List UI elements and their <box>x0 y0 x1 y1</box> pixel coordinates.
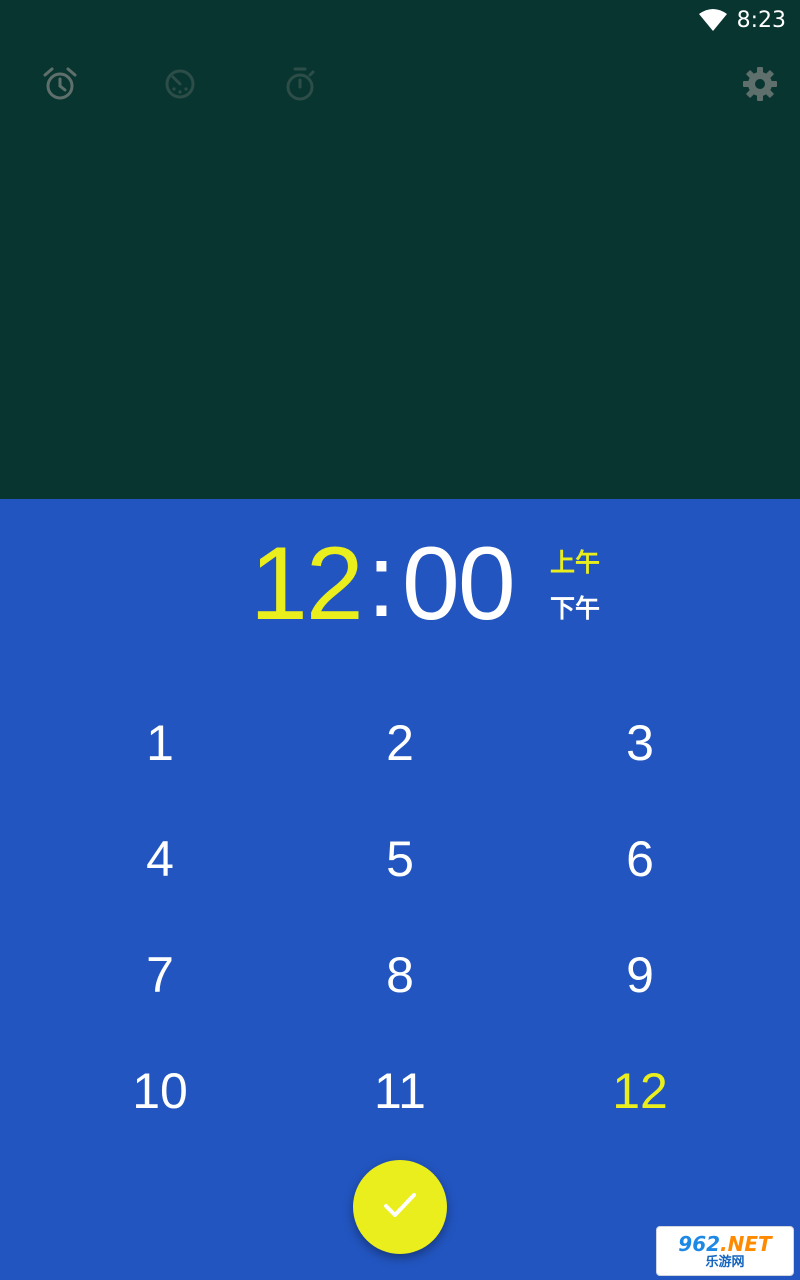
hour-key-1[interactable]: 1 <box>40 685 280 801</box>
watermark-logo: 962.NET 乐游网 <box>656 1226 794 1276</box>
hour-key-8[interactable]: 8 <box>280 917 520 1033</box>
alarm-list-area: 8:23 <box>0 0 800 500</box>
am-toggle[interactable]: 上午 <box>550 543 600 579</box>
settings-button[interactable] <box>740 66 780 106</box>
watermark-subtitle: 乐游网 <box>705 1254 745 1270</box>
confirm-button[interactable] <box>353 1160 447 1254</box>
status-time: 8:23 <box>736 8 786 33</box>
watermark-logo-prefix: 962 <box>678 1231 721 1256</box>
gear-icon <box>742 66 778 106</box>
hour-key-10[interactable]: 10 <box>40 1033 280 1149</box>
status-bar: 8:23 <box>0 0 800 44</box>
alarm-tab[interactable] <box>40 66 80 106</box>
time-separator: : <box>367 523 396 639</box>
hour-key-6[interactable]: 6 <box>520 801 760 917</box>
alarm-icon <box>42 66 78 106</box>
hour-key-4[interactable]: 4 <box>40 801 280 917</box>
hour-key-2[interactable]: 2 <box>280 685 520 801</box>
stopwatch-icon <box>283 66 317 106</box>
hour-key-12[interactable]: 12 <box>520 1033 760 1149</box>
pm-toggle[interactable]: 下午 <box>550 589 600 625</box>
time-picker-sheet: 12 : 00 上午 下午 1 2 3 4 5 6 7 8 9 10 11 12 <box>0 499 800 1280</box>
hours-display[interactable]: 12 <box>250 529 364 639</box>
hour-key-11[interactable]: 11 <box>280 1033 520 1149</box>
stopwatch-tab[interactable] <box>280 66 320 106</box>
hour-key-9[interactable]: 9 <box>520 917 760 1033</box>
hour-key-7[interactable]: 7 <box>40 917 280 1033</box>
time-display: 12 : 00 上午 下午 <box>0 529 800 639</box>
check-icon <box>382 1190 418 1224</box>
clock-app-screen: 8: 23 12: 00 上午 下午 1 2 3 4 5 6 7 8 9 10 … <box>0 0 800 1280</box>
hour-key-5[interactable]: 5 <box>280 801 520 917</box>
watermark-logo-text: 962.NET <box>678 1233 771 1255</box>
minutes-display[interactable]: 00 <box>402 529 516 639</box>
world-clock-icon <box>163 67 197 105</box>
hour-key-3[interactable]: 3 <box>520 685 760 801</box>
world-clock-tab[interactable] <box>160 66 200 106</box>
watermark-logo-suffix: .NET <box>720 1231 772 1256</box>
wifi-icon <box>698 8 728 32</box>
